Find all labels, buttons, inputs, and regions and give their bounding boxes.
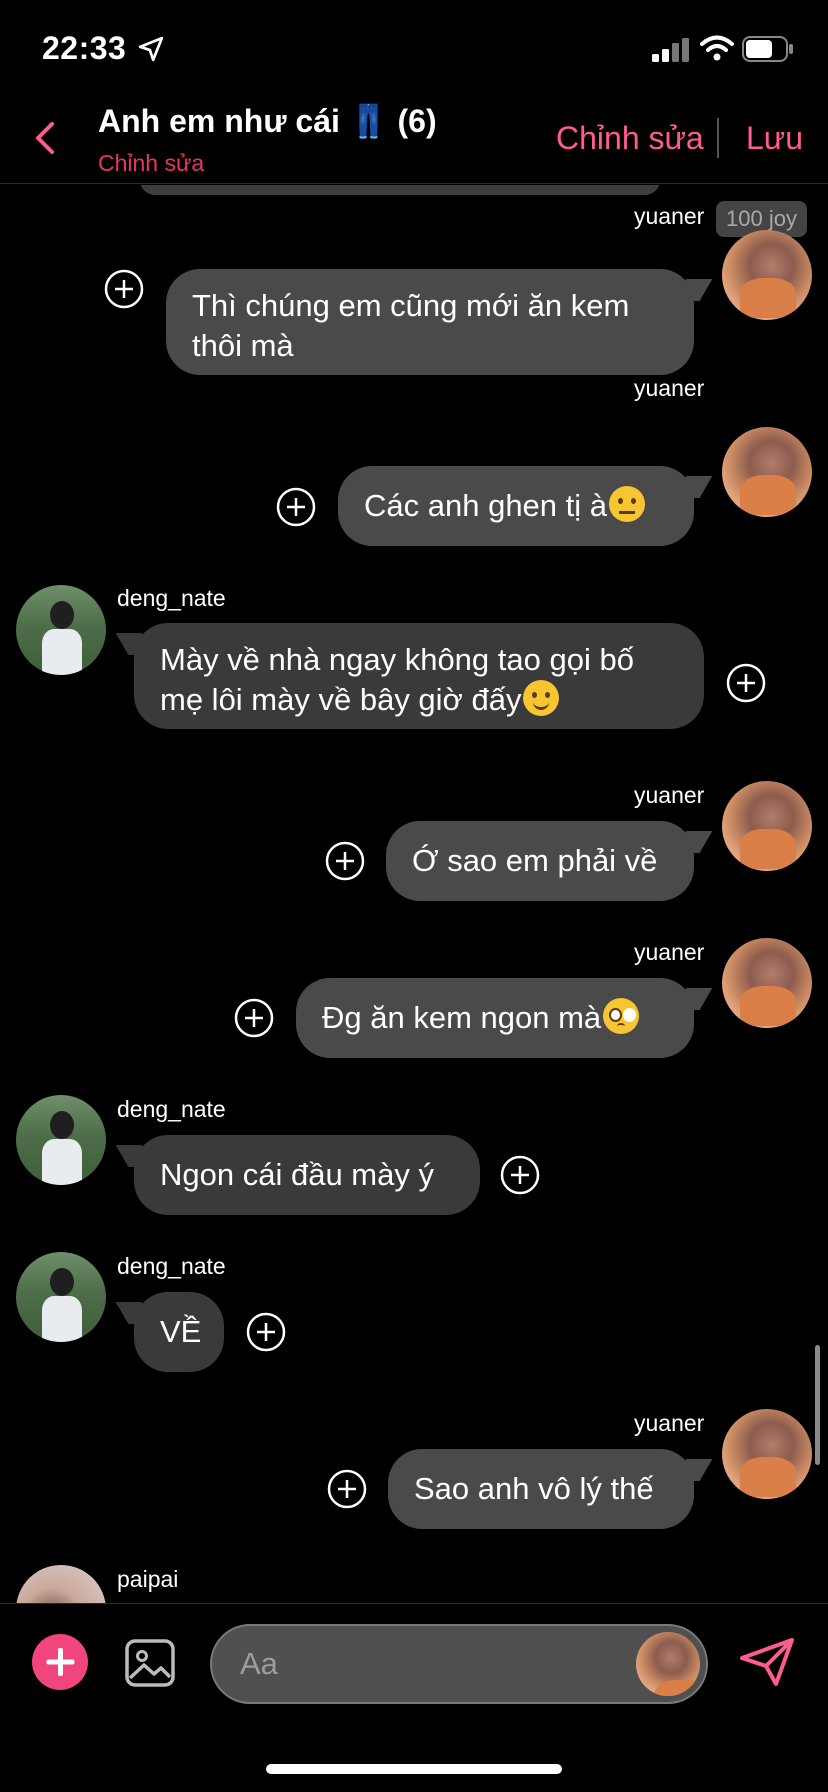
avatar[interactable] [16, 1095, 106, 1185]
scrollbar[interactable] [815, 1345, 820, 1465]
face-with-raised-eyebrow-icon [609, 486, 646, 522]
chat-header: Anh em như cái 👖 (6) Chỉnh sửa Chỉnh sửa… [0, 96, 828, 184]
message-text: Thì chúng em cũng mới ăn kem [192, 288, 630, 323]
message-list[interactable]: 100 joy yuaner Thì chúng em cũng mới ăn … [0, 185, 828, 1603]
add-reaction-icon[interactable] [246, 1312, 286, 1352]
avatar[interactable] [722, 938, 812, 1028]
message-text: Đg ăn kem ngon mà [322, 1000, 602, 1035]
message-bubble-partial [140, 185, 660, 195]
message-text: Ngon cái đầu mày ý [160, 1157, 434, 1192]
add-reaction-icon[interactable] [500, 1155, 540, 1195]
message-sender: paipai [117, 1566, 179, 1592]
header-divider [717, 118, 719, 158]
message-bubble[interactable]: Ớ sao em phải về [386, 821, 694, 901]
avatar[interactable] [722, 1409, 812, 1499]
add-reaction-icon[interactable] [726, 663, 766, 703]
message-sender: yuaner [634, 203, 705, 229]
message-text: Các anh ghen tị à [364, 488, 608, 523]
add-reaction-icon[interactable] [276, 487, 316, 527]
group-title[interactable]: Anh em như cái 👖 (6) [98, 102, 437, 140]
avatar[interactable] [722, 427, 812, 517]
message-sender: yuaner [634, 782, 705, 808]
add-reaction-icon[interactable] [327, 1469, 367, 1509]
save-button[interactable]: Lưu [746, 120, 803, 157]
message-bubble[interactable]: Mày về nhà ngay không tao gọi bố mẹ lôi … [134, 623, 704, 729]
slightly-smiling-face-icon [523, 680, 560, 716]
pleading-face-icon [603, 998, 640, 1034]
message-bubble[interactable]: Thì chúng em cũng mới ăn kem thôi mà [166, 269, 694, 375]
avatar[interactable] [16, 1565, 106, 1603]
avatar[interactable] [16, 1252, 106, 1342]
message-sender: deng_nate [117, 1096, 226, 1122]
message-bubble[interactable]: Sao anh vô lý thế [388, 1449, 694, 1529]
message-sender: yuaner [634, 375, 705, 401]
home-indicator[interactable] [266, 1764, 562, 1774]
avatar[interactable] [16, 585, 106, 675]
wifi-icon [700, 35, 734, 61]
add-reaction-icon[interactable] [325, 841, 365, 881]
message-bubble[interactable]: Các anh ghen tị à [338, 466, 694, 546]
message-input[interactable] [240, 1626, 620, 1702]
message-composer [0, 1603, 828, 1731]
message-sender: deng_nate [117, 585, 226, 611]
plus-icon[interactable] [32, 1634, 88, 1690]
signal-icon [652, 38, 689, 62]
edit-button[interactable]: Chỉnh sửa [556, 120, 704, 157]
message-text: mẹ lôi mày về bây giờ đấy [160, 682, 522, 717]
input-avatar[interactable] [636, 1632, 700, 1696]
message-input-field[interactable] [210, 1624, 708, 1704]
message-text: Sao anh vô lý thế [414, 1471, 654, 1506]
message-sender: deng_nate [117, 1253, 226, 1279]
message-bubble[interactable]: VỀ [134, 1292, 224, 1372]
message-bubble[interactable]: Đg ăn kem ngon mà [296, 978, 694, 1058]
group-subtitle[interactable]: Chỉnh sửa [98, 150, 204, 177]
send-icon[interactable] [738, 1636, 796, 1688]
avatar[interactable] [722, 230, 812, 320]
back-chevron-icon[interactable] [30, 118, 58, 158]
status-time: 22:33 [42, 30, 127, 66]
add-reaction-icon[interactable] [234, 998, 274, 1038]
message-text: VỀ [160, 1314, 202, 1349]
avatar[interactable] [722, 781, 812, 871]
message-bubble[interactable]: Ngon cái đầu mày ý [134, 1135, 480, 1215]
message-text: Ớ sao em phải về [412, 843, 658, 878]
message-sender: yuaner [634, 939, 705, 965]
gallery-icon[interactable] [124, 1638, 176, 1688]
add-reaction-icon[interactable] [104, 269, 144, 309]
status-bar: 22:33 [0, 0, 828, 96]
location-arrow-icon [138, 36, 164, 62]
battery-icon [742, 36, 793, 62]
message-text: thôi mà [192, 328, 294, 363]
message-text: Mày về nhà ngay không tao gọi bố [160, 642, 634, 677]
message-sender: yuaner [634, 1410, 705, 1436]
